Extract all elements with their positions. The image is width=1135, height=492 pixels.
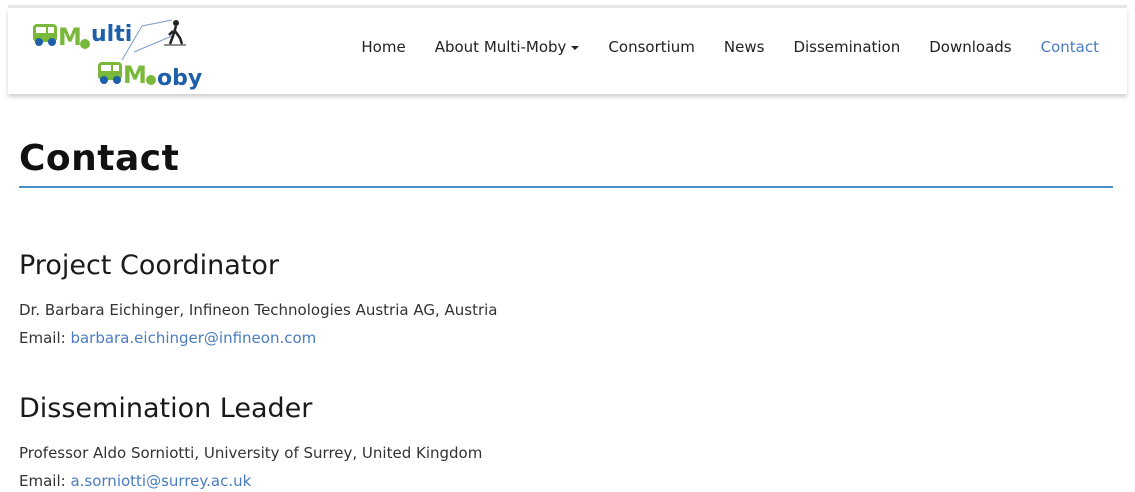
project-coordinator-heading: Project Coordinator [19, 250, 279, 281]
logo-graphic: M ulti M oby [33, 19, 202, 91]
pedestrian-crossing-icon [164, 20, 186, 46]
nav-about-dropdown[interactable]: About Multi-Moby [435, 38, 580, 56]
nav-home-label: Home [361, 38, 406, 56]
nav-downloads-label: Downloads [929, 38, 1012, 56]
project-coordinator-person: Dr. Barbara Eichinger, Infineon Technolo… [19, 301, 498, 319]
title-divider [19, 186, 1113, 188]
dissemination-leader-email-row: Email: a.sorniotti@surrey.ac.uk [19, 471, 251, 491]
site-header: M ulti M oby Home About Multi-Moby Conso… [8, 8, 1127, 94]
svg-text:oby: oby [157, 66, 202, 91]
nav-dissemination-label: Dissemination [793, 38, 901, 56]
nav-consortium-label: Consortium [608, 38, 695, 56]
nav-dissemination[interactable]: Dissemination [793, 38, 900, 56]
nav-news-label: News [723, 38, 765, 56]
multi-moby-logo[interactable]: M ulti M oby [30, 14, 210, 92]
email-label: Email: [19, 329, 66, 347]
dissemination-leader-heading: Dissemination Leader [19, 393, 313, 424]
svg-text:M: M [123, 61, 147, 89]
main-nav: Home About Multi-Moby Consortium News Di… [332, 38, 1099, 56]
dissemination-leader-email-link[interactable]: a.sorniotti@surrey.ac.uk [70, 472, 251, 490]
project-coordinator-email-link[interactable]: barbara.eichinger@infineon.com [70, 329, 316, 347]
dissemination-leader-person: Professor Aldo Sorniotti, University of … [19, 444, 483, 462]
nav-about-label: About Multi-Moby [434, 38, 567, 56]
nav-contact[interactable]: Contact [1041, 38, 1099, 56]
nav-home[interactable]: Home [361, 38, 405, 56]
svg-text:ulti: ulti [91, 22, 132, 47]
page-title: Contact [19, 138, 180, 179]
nav-news[interactable]: News [724, 38, 765, 56]
email-label: Email: [19, 472, 66, 490]
nav-contact-label: Contact [1040, 38, 1099, 56]
project-coordinator-email-row: Email: barbara.eichinger@infineon.com [19, 328, 316, 348]
caret-down-icon [571, 45, 580, 50]
nav-downloads[interactable]: Downloads [929, 38, 1011, 56]
nav-consortium[interactable]: Consortium [608, 38, 694, 56]
svg-text:M: M [58, 23, 82, 51]
